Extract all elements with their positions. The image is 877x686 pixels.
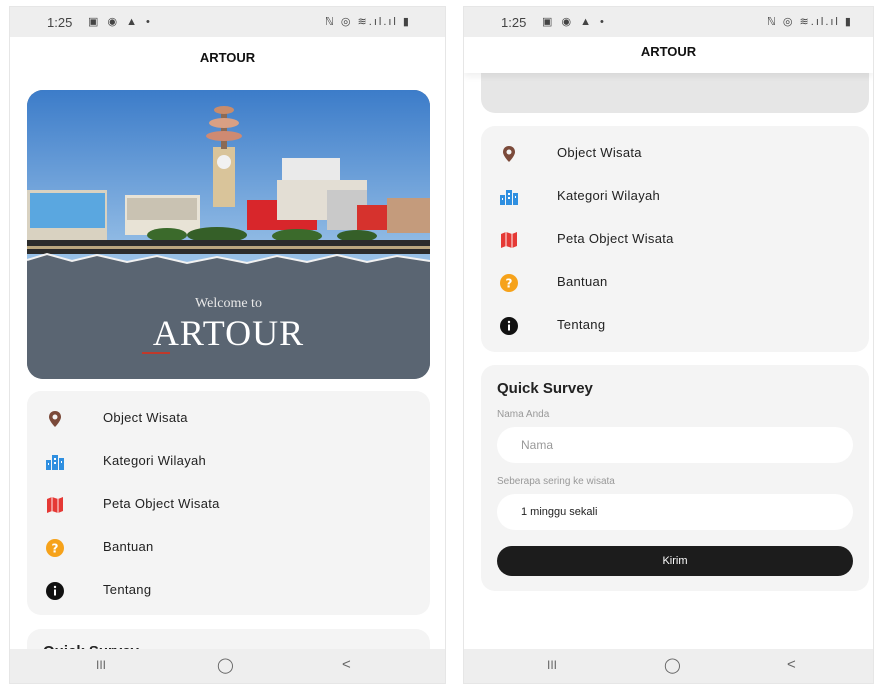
- menu-label: Bantuan: [103, 539, 154, 554]
- app-bar-title: ARTOUR: [464, 37, 873, 73]
- location-pin-icon: [45, 409, 65, 429]
- menu-item-object-wisata[interactable]: Object Wisata: [481, 132, 869, 174]
- frequency-field-label: Seberapa sering ke wisata: [497, 476, 615, 487]
- menu-item-tentang[interactable]: Tentang: [481, 304, 869, 346]
- survey-title: Quick Survey: [497, 380, 593, 397]
- menu-label: Kategori Wilayah: [557, 188, 661, 203]
- status-notification-icons: ▣ ◉ ▲ •: [88, 16, 153, 28]
- menu-item-bantuan[interactable]: ? Bantuan: [481, 261, 869, 303]
- frequency-select[interactable]: 1 minggu sekali: [497, 494, 853, 530]
- svg-text:?: ?: [52, 542, 59, 556]
- brand-title: ARTOUR: [152, 313, 305, 353]
- menu-item-kategori-wilayah[interactable]: Kategori Wilayah: [481, 175, 869, 217]
- city-buildings-icon: [499, 187, 519, 207]
- back-button[interactable]: <: [342, 656, 351, 673]
- main-content[interactable]: Object Wisata Kategori Wilayah Peta Obje…: [464, 73, 873, 649]
- phone-screen-right: 1:25 ▣ ◉ ▲ • ℕ ◎ ≋.ıl.ıl ▮ ARTOUR Object…: [463, 6, 874, 684]
- name-field-label: Nama Anda: [497, 409, 550, 420]
- menu-label: Tentang: [557, 317, 606, 332]
- location-pin-icon: [499, 144, 519, 164]
- phone-screen-left: 1:25 ▣ ◉ ▲ • ℕ ◎ ≋.ıl.ıl ▮ ARTOUR Welcom…: [9, 6, 446, 684]
- system-nav-bar: III ◯ <: [10, 649, 445, 683]
- menu-label: Peta Object Wisata: [103, 496, 220, 511]
- recent-apps-button[interactable]: III: [96, 658, 106, 672]
- welcome-text: Welcome to: [195, 296, 262, 311]
- city-buildings-icon: [45, 452, 65, 472]
- menu-label: Bantuan: [557, 274, 608, 289]
- menu-label: Object Wisata: [557, 145, 642, 160]
- system-nav-bar: III ◯ <: [464, 649, 873, 683]
- home-button[interactable]: ◯: [217, 656, 234, 674]
- status-bar: 1:25 ▣ ◉ ▲ • ℕ ◎ ≋.ıl.ıl ▮: [464, 7, 873, 37]
- menu-card: Object Wisata Kategori Wilayah Peta Obje…: [481, 126, 869, 352]
- status-system-icons: ℕ ◎ ≋.ıl.ıl ▮: [325, 16, 411, 28]
- status-time: 1:25: [47, 15, 73, 30]
- survey-card: Quick Survey: [27, 629, 430, 649]
- welcome-banner-bottom-edge: [481, 73, 869, 113]
- menu-item-peta-object-wisata[interactable]: Peta Object Wisata: [481, 218, 869, 260]
- menu-card: Object Wisata Kategori Wilayah Peta Obje…: [27, 391, 430, 615]
- help-icon: ?: [499, 273, 519, 293]
- status-notification-icons: ▣ ◉ ▲ •: [542, 16, 607, 28]
- status-system-icons: ℕ ◎ ≋.ıl.ıl ▮: [767, 16, 853, 28]
- menu-item-kategori-wilayah[interactable]: Kategori Wilayah: [27, 440, 430, 482]
- svg-text:?: ?: [506, 277, 513, 291]
- menu-item-peta-object-wisata[interactable]: Peta Object Wisata: [27, 483, 430, 525]
- menu-label: Object Wisata: [103, 410, 188, 425]
- menu-label: Kategori Wilayah: [103, 453, 207, 468]
- welcome-banner: Welcome to ARTOUR: [27, 90, 430, 379]
- app-bar-title: ARTOUR: [10, 37, 445, 79]
- info-icon: [45, 581, 65, 601]
- main-content[interactable]: Welcome to ARTOUR Object Wisata Kategori…: [10, 79, 445, 649]
- menu-item-bantuan[interactable]: ? Bantuan: [27, 526, 430, 568]
- menu-label: Tentang: [103, 582, 152, 597]
- menu-item-object-wisata[interactable]: Object Wisata: [27, 397, 430, 439]
- map-icon: [499, 230, 519, 250]
- recent-apps-button[interactable]: III: [547, 658, 557, 672]
- map-icon: [45, 495, 65, 515]
- status-time: 1:25: [501, 15, 527, 30]
- back-button[interactable]: <: [787, 656, 796, 673]
- menu-label: Peta Object Wisata: [557, 231, 674, 246]
- info-icon: [499, 316, 519, 336]
- survey-card: Quick Survey Nama Anda Nama Seberapa ser…: [481, 365, 869, 591]
- home-button[interactable]: ◯: [664, 656, 681, 674]
- help-icon: ?: [45, 538, 65, 558]
- menu-item-tentang[interactable]: Tentang: [27, 569, 430, 611]
- submit-button[interactable]: Kirim: [497, 546, 853, 576]
- name-input[interactable]: Nama: [497, 427, 853, 463]
- status-bar: 1:25 ▣ ◉ ▲ • ℕ ◎ ≋.ıl.ıl ▮: [10, 7, 445, 37]
